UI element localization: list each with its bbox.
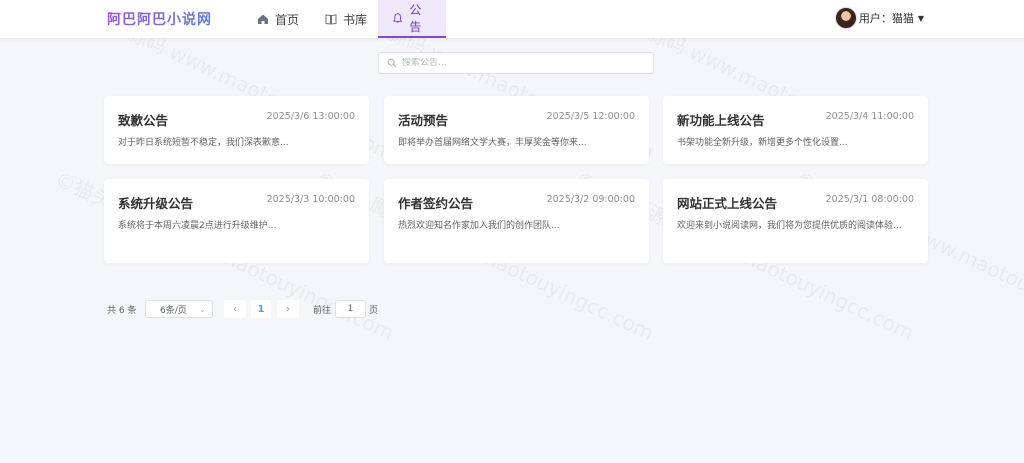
notice-date: 2025/3/2 09:00:00 [546, 194, 635, 205]
search-input[interactable] [402, 58, 642, 68]
chevron-right-icon: › [286, 303, 290, 315]
notice-title: 系统升级公告 [118, 196, 194, 211]
notice-summary: 热烈欢迎知名作家加入我们的创作团队... [398, 221, 560, 231]
prev-page-button[interactable]: ‹ [224, 300, 246, 318]
chevron-down-icon: ⌄ [199, 304, 206, 314]
chevron-left-icon: ‹ [233, 303, 237, 315]
notice-date: 2025/3/1 08:00:00 [825, 194, 914, 205]
top-navbar: 阿巴阿巴小说网 首页 书库 公告 用户：猫猫 ▼ [0, 0, 1024, 38]
nav-notices[interactable]: 公告 [378, 0, 446, 38]
next-page-button[interactable]: › [277, 300, 299, 318]
notice-card[interactable]: 致歉公告 2025/3/6 13:00:00 对于昨日系统短暂不稳定，我们深表歉… [104, 96, 369, 164]
bell-icon [393, 13, 403, 23]
notice-date: 2025/3/4 11:00:00 [825, 111, 914, 122]
nav-library[interactable]: 书库 [311, 0, 381, 38]
notice-card[interactable]: 新功能上线公告 2025/3/4 11:00:00 书架功能全新升级，新增更多个… [663, 96, 928, 164]
site-logo[interactable]: 阿巴阿巴小说网 [107, 9, 212, 29]
goto-label: 前往 [313, 306, 332, 316]
nav-library-label: 书库 [343, 12, 368, 27]
notice-date: 2025/3/5 12:00:00 [546, 111, 635, 122]
user-name[interactable]: 用户：猫猫 [859, 10, 914, 26]
notice-summary: 欢迎来到小说阅读网，我们将为您提供优质的阅读体验... [677, 221, 902, 231]
notice-card[interactable]: 作者签约公告 2025/3/2 09:00:00 热烈欢迎知名作家加入我们的创作… [384, 179, 649, 263]
pagination-total: 共 6 条 [107, 306, 137, 316]
home-icon [258, 14, 268, 24]
notice-title: 新功能上线公告 [677, 113, 765, 128]
page-size-select[interactable]: 6条/页 ⌄ [145, 300, 213, 318]
page-size-value: 6条/页 [160, 305, 187, 316]
notice-card[interactable]: 活动预告 2025/3/5 12:00:00 即将举办首届网络文学大赛，丰厚奖金… [384, 96, 649, 164]
search-icon [387, 58, 397, 68]
notice-date: 2025/3/3 10:00:00 [266, 194, 355, 205]
page-number-current[interactable]: 1 [251, 300, 271, 318]
notice-title: 作者签约公告 [398, 196, 474, 211]
notice-title: 致歉公告 [118, 113, 169, 128]
notice-date: 2025/3/6 13:00:00 [266, 111, 355, 122]
page-unit-label: 页 [369, 306, 379, 316]
nav-home[interactable]: 首页 [243, 0, 313, 38]
notice-summary: 书架功能全新升级，新增更多个性化设置... [677, 138, 848, 148]
notice-title: 网站正式上线公告 [677, 196, 778, 211]
book-icon [325, 14, 337, 25]
notice-title: 活动预告 [398, 113, 449, 128]
nav-notices-label: 公告 [409, 3, 422, 34]
notice-summary: 即将举办首届网络文学大赛，丰厚奖金等你来... [398, 138, 587, 148]
goto-page-input[interactable] [335, 300, 366, 318]
notice-summary: 对于昨日系统短暂不稳定，我们深表歉意... [118, 138, 289, 148]
notice-search[interactable] [378, 52, 654, 74]
user-menu[interactable]: 用户：猫猫 ▼ [834, 7, 924, 29]
notice-card[interactable]: 网站正式上线公告 2025/3/1 08:00:00 欢迎来到小说阅读网，我们将… [663, 179, 928, 263]
nav-home-label: 首页 [275, 12, 300, 27]
notice-card[interactable]: 系统升级公告 2025/3/3 10:00:00 系统将于本周六凌晨2点进行升级… [104, 179, 369, 263]
avatar[interactable] [834, 7, 857, 29]
notice-summary: 系统将于本周六凌晨2点进行升级维护... [118, 221, 277, 231]
caret-down-icon[interactable]: ▼ [918, 14, 924, 23]
